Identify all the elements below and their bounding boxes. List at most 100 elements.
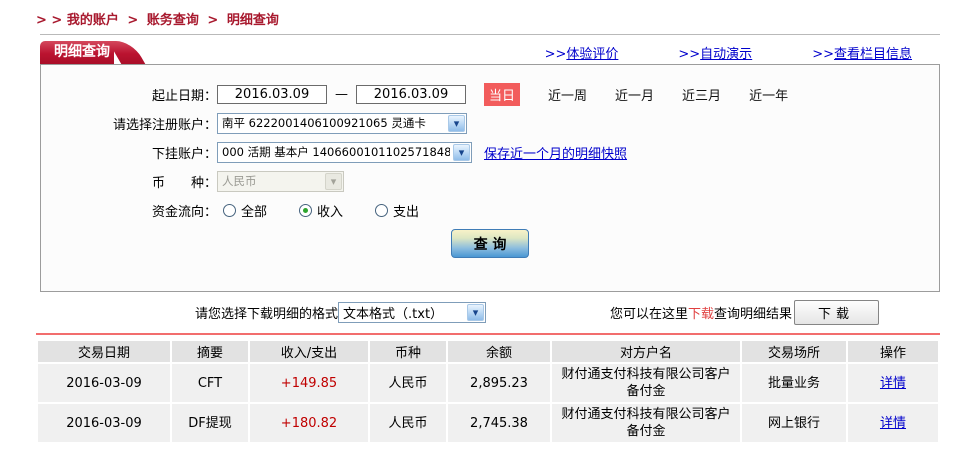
sub-account-row: 下挂账户： 000 活期 基本户 1406600101102571848 ▾ 保… bbox=[41, 141, 939, 163]
cell-summary: DF提现 bbox=[172, 404, 248, 442]
flow-option-expense-label: 支出 bbox=[393, 204, 420, 220]
currency-row: 币 种： 人民币 ▾ bbox=[41, 170, 939, 192]
cell-balance: 2,895.23 bbox=[448, 364, 550, 402]
cell-channel: 批量业务 bbox=[742, 364, 846, 402]
registered-account-label: 请选择注册账户： bbox=[112, 117, 217, 133]
registered-account-select[interactable]: 南平 6222001406100921065 灵通卡 ▾ bbox=[217, 112, 467, 134]
cell-amount: +180.82 bbox=[250, 404, 368, 442]
quick-range-today-badge[interactable]: 当日 bbox=[484, 82, 521, 106]
breadcrumb-item-my-account[interactable]: 我的账户 bbox=[67, 13, 119, 28]
link-label: 自动演示 bbox=[700, 47, 753, 62]
red-divider bbox=[36, 333, 940, 335]
table-row: 2016-03-09 CFT +149.85 人民币 2,895.23 财付通支… bbox=[38, 364, 938, 402]
link-label: 查看栏目信息 bbox=[833, 47, 912, 62]
download-format-select[interactable]: 文本格式（.txt） ▾ bbox=[338, 301, 487, 323]
quick-range-month[interactable]: 近一月 bbox=[615, 85, 654, 104]
fund-flow-row: 资金流向： 全部 收入 支出 bbox=[41, 199, 939, 221]
link-label: 体验评价 bbox=[566, 47, 619, 62]
cell-amount: +149.85 bbox=[250, 364, 368, 402]
download-inline-link[interactable]: 下载 bbox=[688, 307, 714, 322]
currency-value: 人民币 bbox=[222, 174, 257, 188]
registered-account-row: 请选择注册账户： 南平 6222001406100921065 灵通卡 ▾ bbox=[41, 112, 939, 134]
chevron-down-icon: ▾ bbox=[467, 303, 485, 321]
tab-detail-query[interactable]: 明细查询 bbox=[40, 41, 114, 64]
cell-currency: 人民币 bbox=[370, 404, 446, 442]
chevron-down-icon: ▾ bbox=[448, 114, 465, 132]
save-monthly-snapshot-link[interactable]: 保存近一个月的明细快照 bbox=[484, 143, 627, 162]
flow-option-expense[interactable]: 支出 bbox=[375, 201, 419, 220]
cell-summary: CFT bbox=[172, 364, 248, 402]
detail-link[interactable]: 详情 bbox=[880, 416, 906, 431]
tab-row: 明细查询 >>体验评价 >>自动演示 >>查看栏目信息 bbox=[40, 41, 940, 64]
breadcrumb-item-account-query[interactable]: 账务查询 bbox=[147, 13, 199, 28]
cell-action: 详情 bbox=[848, 364, 938, 402]
query-button[interactable]: 查 询 bbox=[451, 229, 529, 258]
sub-account-value: 000 活期 基本户 1406600101102571848 bbox=[222, 145, 450, 159]
breadcrumb-separator: > bbox=[127, 13, 139, 28]
header-channel: 交易场所 bbox=[742, 341, 846, 362]
breadcrumb-prefix: > > bbox=[36, 13, 63, 28]
download-hint-prefix: 您可以在这里 bbox=[610, 306, 689, 322]
end-date-input[interactable] bbox=[356, 84, 466, 104]
download-button[interactable]: 下载 bbox=[794, 299, 880, 325]
sub-account-label: 下挂账户： bbox=[151, 146, 217, 162]
download-format-label: 请您选择下载明细的格式 bbox=[195, 306, 339, 322]
fund-flow-label: 资金流向： bbox=[151, 204, 217, 220]
download-hint-suffix: 查询明细结果 bbox=[714, 306, 793, 322]
link-view-column-info[interactable]: >>查看栏目信息 bbox=[812, 43, 912, 62]
date-range-dash: — bbox=[335, 86, 348, 102]
page: > > 我的账户 > 账务查询 > 明细查询 明细查询 >>体验评价 >>自动演… bbox=[0, 0, 974, 444]
quick-range-year[interactable]: 近一年 bbox=[749, 85, 788, 104]
radio-icon[interactable] bbox=[375, 203, 389, 217]
chevron-down-icon: ▾ bbox=[325, 172, 342, 190]
link-auto-demo[interactable]: >>自动演示 bbox=[678, 43, 752, 62]
header-summary: 摘要 bbox=[172, 341, 248, 362]
header-counterparty: 对方户名 bbox=[552, 341, 740, 362]
query-button-row: 查 询 bbox=[41, 229, 939, 258]
currency-select-disabled: 人民币 ▾ bbox=[217, 170, 344, 192]
flow-option-income[interactable]: 收入 bbox=[299, 201, 343, 220]
breadcrumb: > > 我的账户 > 账务查询 > 明细查询 bbox=[0, 0, 974, 28]
download-row: 请您选择下载明细的格式 文本格式（.txt） ▾ 您可以在这里下载查询明细结果 … bbox=[40, 299, 940, 325]
date-range-label: 起止日期： bbox=[151, 88, 217, 104]
link-experience-review[interactable]: >>体验评价 bbox=[545, 43, 619, 62]
cell-channel: 网上银行 bbox=[742, 404, 846, 442]
start-date-input[interactable] bbox=[217, 84, 327, 104]
registered-account-value: 南平 6222001406100921065 灵通卡 bbox=[222, 116, 426, 130]
flow-option-all-label: 全部 bbox=[241, 204, 268, 220]
quick-range-week[interactable]: 近一周 bbox=[548, 85, 587, 104]
arrows-prefix: >> bbox=[544, 47, 567, 62]
detail-link[interactable]: 详情 bbox=[880, 376, 906, 391]
quick-range-quarter[interactable]: 近三月 bbox=[682, 85, 721, 104]
query-form-panel: 起止日期： — 当日 近一周 近一月 近三月 近一年 请选择注册账户： 南平 6… bbox=[40, 64, 940, 292]
table-row: 2016-03-09 DF提现 +180.82 人民币 2,745.38 财付通… bbox=[38, 404, 938, 442]
flow-option-all[interactable]: 全部 bbox=[223, 201, 267, 220]
cell-counterparty: 财付通支付科技有限公司客户备付金 bbox=[552, 404, 740, 442]
table-header-row: 交易日期 摘要 收入/支出 币种 余额 对方户名 交易场所 操作 bbox=[38, 341, 938, 362]
currency-label: 币 种： bbox=[151, 175, 217, 191]
date-range-row: 起止日期： — 当日 近一周 近一月 近三月 近一年 bbox=[41, 82, 939, 106]
breadcrumb-item-detail-query[interactable]: 明细查询 bbox=[227, 13, 279, 28]
cell-date: 2016-03-09 bbox=[38, 404, 170, 442]
header-currency: 币种 bbox=[370, 341, 446, 362]
cell-action: 详情 bbox=[848, 404, 938, 442]
tab-label: 明细查询 bbox=[54, 44, 110, 60]
header-amount: 收入/支出 bbox=[250, 341, 368, 362]
header-balance: 余额 bbox=[448, 341, 550, 362]
arrows-prefix: >> bbox=[678, 47, 701, 62]
cell-balance: 2,745.38 bbox=[448, 404, 550, 442]
radio-icon[interactable] bbox=[223, 203, 236, 217]
divider-line bbox=[40, 34, 940, 35]
breadcrumb-separator: > bbox=[207, 13, 219, 28]
arrows-prefix: >> bbox=[812, 47, 834, 62]
top-links: >>体验评价 >>自动演示 >>查看栏目信息 bbox=[545, 43, 940, 62]
header-action: 操作 bbox=[848, 341, 938, 362]
download-format-value: 文本格式（.txt） bbox=[343, 306, 444, 322]
download-hint: 您可以在这里下载查询明细结果 bbox=[610, 303, 792, 322]
cell-date: 2016-03-09 bbox=[38, 364, 170, 402]
sub-account-select[interactable]: 000 活期 基本户 1406600101102571848 ▾ bbox=[217, 141, 472, 163]
flow-option-income-label: 收入 bbox=[317, 204, 344, 220]
cell-counterparty: 财付通支付科技有限公司客户备付金 bbox=[552, 364, 740, 402]
radio-icon[interactable] bbox=[299, 203, 313, 217]
transactions-table: 交易日期 摘要 收入/支出 币种 余额 对方户名 交易场所 操作 2016-03… bbox=[36, 339, 940, 444]
